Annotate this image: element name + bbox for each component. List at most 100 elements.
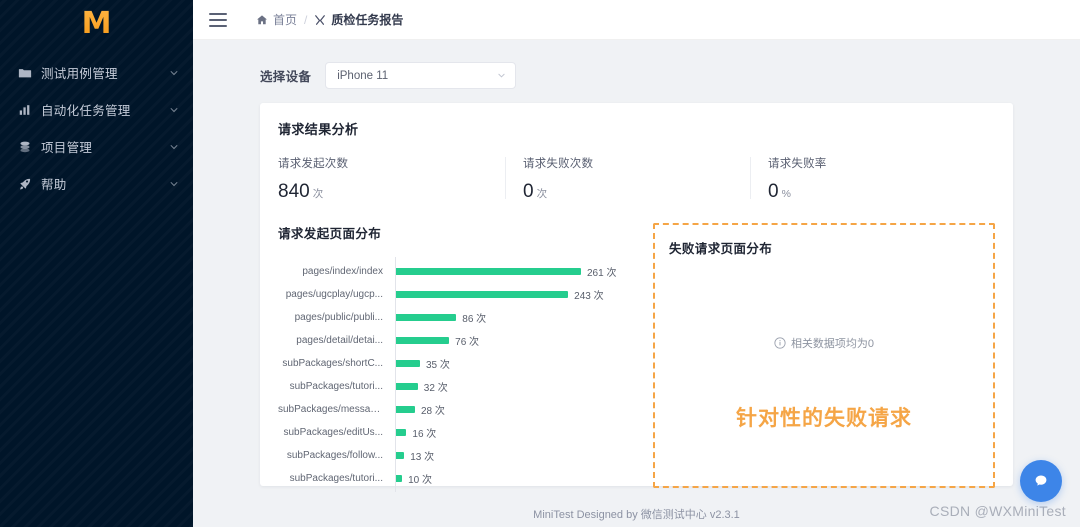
bar-track: 32 次 [391, 379, 627, 394]
layers-icon [18, 140, 32, 154]
bar-row: pages/public/publi... 86 次 [278, 306, 627, 329]
stat-number: 0 [768, 181, 779, 202]
device-select-value: iPhone 11 [337, 69, 389, 82]
breadcrumb-home[interactable]: 首页 [256, 11, 297, 28]
bar[interactable] [395, 452, 405, 459]
bar-row: subPackages/shortC... 35 次 [278, 352, 627, 375]
logo-text: M [81, 6, 112, 41]
bar[interactable] [395, 406, 415, 413]
bar-value-label: 10 次 [408, 475, 433, 486]
bar-row: pages/ugcplay/ugcp... 243 次 [278, 283, 627, 306]
bar-row: subPackages/follow... 13 次 [278, 444, 627, 467]
bar-row: pages/index/index 261 次 [278, 260, 627, 283]
failed-request-watermark: 针对性的失败请求 [736, 407, 912, 430]
bar-value-label: 243 次 [574, 291, 604, 302]
rocket-icon [18, 177, 32, 191]
bar-track: 35 次 [391, 356, 627, 371]
chevron-down-icon [497, 71, 506, 80]
info-icon [774, 337, 786, 349]
sidebar-item-label: 自动化任务管理 [41, 104, 131, 118]
bar-row: pages/detail/detai... 76 次 [278, 329, 627, 352]
sidebar-item-automation-tasks[interactable]: 自动化任务管理 [0, 91, 193, 128]
bar[interactable] [395, 291, 569, 298]
stat-number: 840 [278, 181, 310, 202]
stat-unit: 次 [536, 188, 548, 200]
bar[interactable] [395, 429, 407, 436]
stat-value: 0次 [523, 182, 750, 201]
bar[interactable] [395, 475, 403, 482]
chevron-down-icon [169, 68, 179, 78]
sidebar-item-test-cases[interactable]: 测试用例管理 [0, 54, 193, 91]
stat-label: 请求发起次数 [278, 158, 349, 170]
logo[interactable]: M [0, 0, 193, 46]
breadcrumb-separator: / [304, 12, 308, 27]
bar-category-label: subPackages/editUs... [283, 427, 384, 438]
stat-total-requests: 请求发起次数 840 次 [278, 155, 505, 201]
chevron-down-icon [169, 179, 179, 189]
chart-axis-line [395, 257, 396, 492]
sidebar-item-project-management[interactable]: 项目管理 [0, 128, 193, 165]
bar-row: subPackages/tutori... 10 次 [278, 467, 627, 490]
footer-text: MiniTest Designed by 微信测试中心 v2.3.1 [533, 508, 740, 521]
bar-track: 16 次 [391, 425, 627, 440]
sidebar-item-label: 测试用例管理 [41, 67, 118, 81]
sidebar: M 测试用例管理 自动化任务管理 项目管理 帮助 [0, 0, 193, 527]
bar-category-label: pages/ugcplay/ugcp... [285, 289, 383, 300]
bar-value-label: 13 次 [410, 452, 435, 463]
sidebar-menu: 测试用例管理 自动化任务管理 项目管理 帮助 [0, 54, 193, 202]
device-select[interactable]: iPhone 11 [325, 62, 517, 89]
bar[interactable] [395, 314, 457, 321]
bar[interactable] [395, 383, 418, 390]
content: 选择设备 iPhone 11 请求结果分析 请求发起次数 840 次 请求失败次… [193, 40, 1080, 500]
folder-icon [18, 66, 32, 80]
app-root: M 测试用例管理 自动化任务管理 项目管理 帮助 首页 / 质检任务报告 选择设… [0, 0, 1080, 527]
bar-track: 13 次 [391, 448, 627, 463]
sidebar-item-label: 项目管理 [41, 141, 93, 155]
bar-category-label: pages/public/publi... [294, 312, 383, 323]
bar-track: 10 次 [391, 471, 627, 486]
bar-category-label: pages/index/index [302, 266, 383, 277]
chevron-down-icon [169, 142, 179, 152]
bar-value-label: 28 次 [420, 406, 445, 417]
bar-value-label: 261 次 [587, 268, 617, 279]
page-title: 请求结果分析 [278, 122, 359, 137]
chat-button[interactable] [1020, 460, 1062, 502]
bar[interactable] [395, 268, 581, 275]
breadcrumb-current: 质检任务报告 [314, 11, 403, 28]
request-result-card: 请求结果分析 请求发起次数 840 次 请求失败次数 0次 请求失败率 0 % … [260, 103, 1013, 492]
stat-value: 840 次 [278, 182, 505, 201]
bar-category-label: subPackages/shortC... [282, 358, 383, 369]
breadcrumb-home-label: 首页 [273, 13, 298, 27]
bar-track: 28 次 [391, 402, 627, 417]
chevron-down-icon [169, 105, 179, 115]
bar-track: 86 次 [391, 310, 627, 325]
bar-category-label: subPackages/follow... [286, 450, 383, 461]
bar-category-label: subPackages/messag... [278, 404, 385, 415]
stat-value: 0% [768, 182, 995, 201]
bar-value-label: 35 次 [425, 360, 450, 371]
bar[interactable] [395, 360, 420, 367]
device-select-label: 选择设备 [260, 70, 312, 84]
bar-track: 243 次 [391, 287, 627, 302]
bar-category-label: subPackages/tutori... [289, 473, 383, 484]
topbar: 首页 / 质检任务报告 [193, 0, 1080, 40]
device-selector-row: 选择设备 iPhone 11 [260, 62, 1013, 89]
hamburger-icon[interactable] [209, 12, 227, 27]
stat-unit: % [781, 188, 791, 200]
failed-request-distribution-panel: 失败请求页面分布 相关数据项均为0 针对性的失败请求 [653, 223, 995, 488]
bar-category-label: subPackages/tutori... [289, 381, 383, 392]
bar-value-label: 76 次 [455, 337, 480, 348]
bar-track: 76 次 [391, 333, 627, 348]
chat-bubble-icon [1035, 475, 1047, 486]
footer: MiniTest Designed by 微信测试中心 v2.3.1 [193, 500, 1080, 527]
stat-failure-rate: 请求失败率 0% [750, 155, 995, 201]
chart-title: 请求发起页面分布 [278, 227, 382, 241]
empty-state-text: 相关数据项均为0 [790, 338, 875, 350]
breadcrumb: 首页 / 质检任务报告 [256, 11, 403, 28]
stat-number: 0 [523, 181, 534, 202]
bar-value-label: 16 次 [412, 429, 437, 440]
main-area: 首页 / 质检任务报告 选择设备 iPhone 11 请求结果分析 请求发起次数… [193, 0, 1080, 527]
bar[interactable] [395, 337, 450, 344]
stat-unit: 次 [312, 188, 324, 200]
sidebar-item-help[interactable]: 帮助 [0, 165, 193, 202]
